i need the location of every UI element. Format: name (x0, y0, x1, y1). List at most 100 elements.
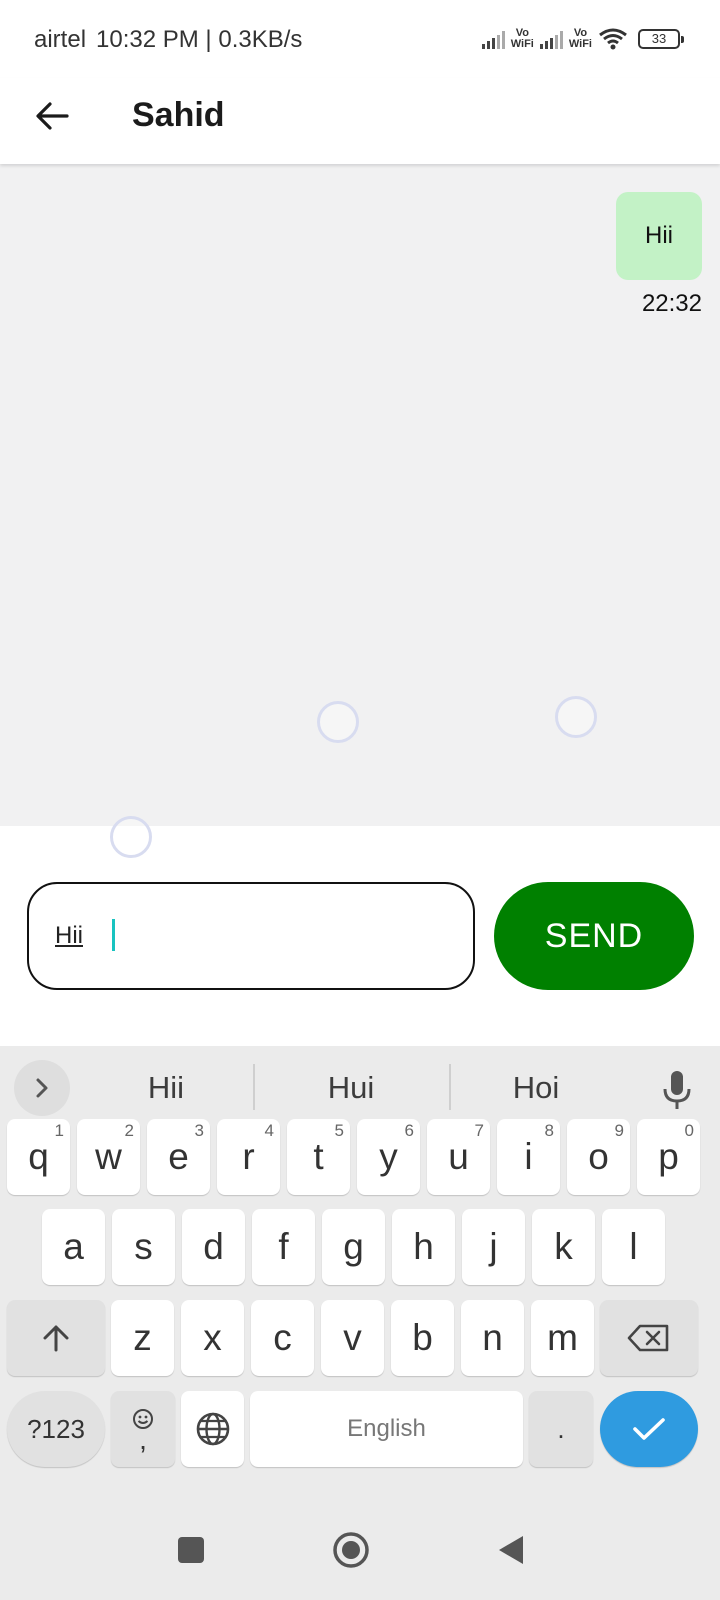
period-key[interactable]: . (529, 1391, 593, 1467)
enter-key[interactable] (600, 1391, 698, 1467)
key-o-label: o (588, 1136, 609, 1177)
mic-button[interactable] (652, 1066, 702, 1114)
vowifi-icon-2: Vo WiFi (569, 28, 592, 50)
key-m-label: m (547, 1317, 578, 1358)
emoji-comma-key[interactable]: , (111, 1391, 175, 1467)
key-z[interactable]: z (111, 1300, 174, 1376)
key-x[interactable]: x (181, 1300, 244, 1376)
shift-key[interactable] (7, 1300, 105, 1376)
key-s[interactable]: s (112, 1209, 175, 1285)
backspace-icon (627, 1324, 669, 1352)
signal-icon (481, 29, 505, 49)
language-key[interactable] (181, 1391, 244, 1467)
key-q-label: q (28, 1136, 49, 1177)
carrier-name: airtel (34, 26, 87, 53)
key-i-label: i (524, 1136, 533, 1177)
key-u-hint: 7 (474, 1121, 484, 1140)
microphone-icon (663, 1071, 691, 1109)
key-n[interactable]: n (461, 1300, 524, 1376)
arrow-left-icon (36, 102, 69, 130)
back-button[interactable] (30, 94, 74, 138)
composer: Hii SEND (0, 816, 720, 1046)
key-f-label: f (278, 1226, 289, 1267)
page-title: Sahid (132, 96, 225, 134)
symbols-key[interactable]: ?123 (7, 1391, 105, 1467)
key-g[interactable]: g (322, 1209, 385, 1285)
key-w[interactable]: w2 (77, 1119, 140, 1195)
key-q[interactable]: q1 (7, 1119, 70, 1195)
key-v[interactable]: v (321, 1300, 384, 1376)
touch-indicator (110, 816, 152, 858)
key-r[interactable]: r4 (217, 1119, 280, 1195)
backspace-key[interactable] (600, 1300, 698, 1376)
key-r-hint: 4 (264, 1121, 274, 1140)
key-q-hint: 1 (54, 1121, 64, 1140)
key-j-label: j (489, 1226, 498, 1267)
key-p-hint: 0 (684, 1121, 694, 1140)
chat-area[interactable]: Hii 22:32 (0, 164, 720, 826)
key-e[interactable]: e3 (147, 1119, 210, 1195)
key-n-label: n (482, 1317, 503, 1358)
suggestion-1[interactable]: Hii (106, 1070, 226, 1106)
key-s-label: s (134, 1226, 153, 1267)
key-p[interactable]: p0 (637, 1119, 700, 1195)
touch-indicator (317, 701, 359, 743)
key-a[interactable]: a (42, 1209, 105, 1285)
key-l[interactable]: l (602, 1209, 665, 1285)
key-w-label: w (95, 1136, 122, 1177)
key-o[interactable]: o9 (567, 1119, 630, 1195)
key-p-label: p (658, 1136, 679, 1177)
key-m[interactable]: m (531, 1300, 594, 1376)
key-t[interactable]: t5 (287, 1119, 350, 1195)
key-w-hint: 2 (124, 1121, 134, 1140)
vowifi-bottom-label: WiFi (510, 38, 534, 50)
status-separator: | (198, 26, 219, 53)
message-bubble-outgoing[interactable]: Hii (616, 192, 702, 280)
key-b[interactable]: b (391, 1300, 454, 1376)
suggestion-2[interactable]: Hui (291, 1070, 411, 1106)
globe-icon (196, 1412, 229, 1446)
app-bar: Sahid (0, 78, 720, 164)
key-k[interactable]: k (532, 1209, 595, 1285)
recents-button[interactable] (169, 1528, 213, 1572)
key-c-label: c (273, 1317, 292, 1358)
key-j[interactable]: j (462, 1209, 525, 1285)
key-u[interactable]: u7 (427, 1119, 490, 1195)
key-d[interactable]: d (182, 1209, 245, 1285)
key-i[interactable]: i8 (497, 1119, 560, 1195)
message-input[interactable]: Hii (27, 882, 475, 990)
space-key[interactable]: English (250, 1391, 523, 1467)
triangle-back-icon (499, 1536, 523, 1564)
key-f[interactable]: f (252, 1209, 315, 1285)
key-e-hint: 3 (194, 1121, 204, 1140)
key-t-label: t (313, 1136, 324, 1177)
key-h-label: h (413, 1226, 434, 1267)
send-button[interactable]: SEND (494, 882, 694, 990)
suggestion-3[interactable]: Hoi (476, 1070, 596, 1106)
key-c[interactable]: c (251, 1300, 314, 1376)
shift-icon (43, 1325, 69, 1352)
home-button[interactable] (329, 1528, 373, 1572)
home-circle-icon (333, 1532, 369, 1568)
key-x-label: x (203, 1317, 222, 1358)
key-e-label: e (168, 1136, 189, 1177)
key-h[interactable]: h (392, 1209, 455, 1285)
checkmark-icon (633, 1418, 665, 1440)
key-k-label: k (554, 1226, 573, 1267)
key-a-label: a (63, 1226, 84, 1267)
status-bar: airtel 10:32 PM | 0.3KB/s Vo WiFi Vo WiFi… (0, 0, 720, 78)
key-y[interactable]: y6 (357, 1119, 420, 1195)
vowifi-bottom-label-2: WiFi (568, 38, 592, 50)
key-i-hint: 8 (544, 1121, 554, 1140)
status-time: 10:32 PM (96, 26, 199, 53)
key-v-label: v (343, 1317, 362, 1358)
nav-back-button[interactable] (489, 1528, 533, 1572)
key-y-label: y (379, 1136, 398, 1177)
suggestion-expand-button[interactable] (14, 1060, 70, 1116)
key-d-label: d (203, 1226, 224, 1267)
key-g-label: g (343, 1226, 364, 1267)
system-nav-bar (0, 1498, 720, 1600)
battery-icon: 33 (638, 29, 684, 49)
key-b-label: b (412, 1317, 433, 1358)
key-l-label: l (629, 1226, 638, 1267)
